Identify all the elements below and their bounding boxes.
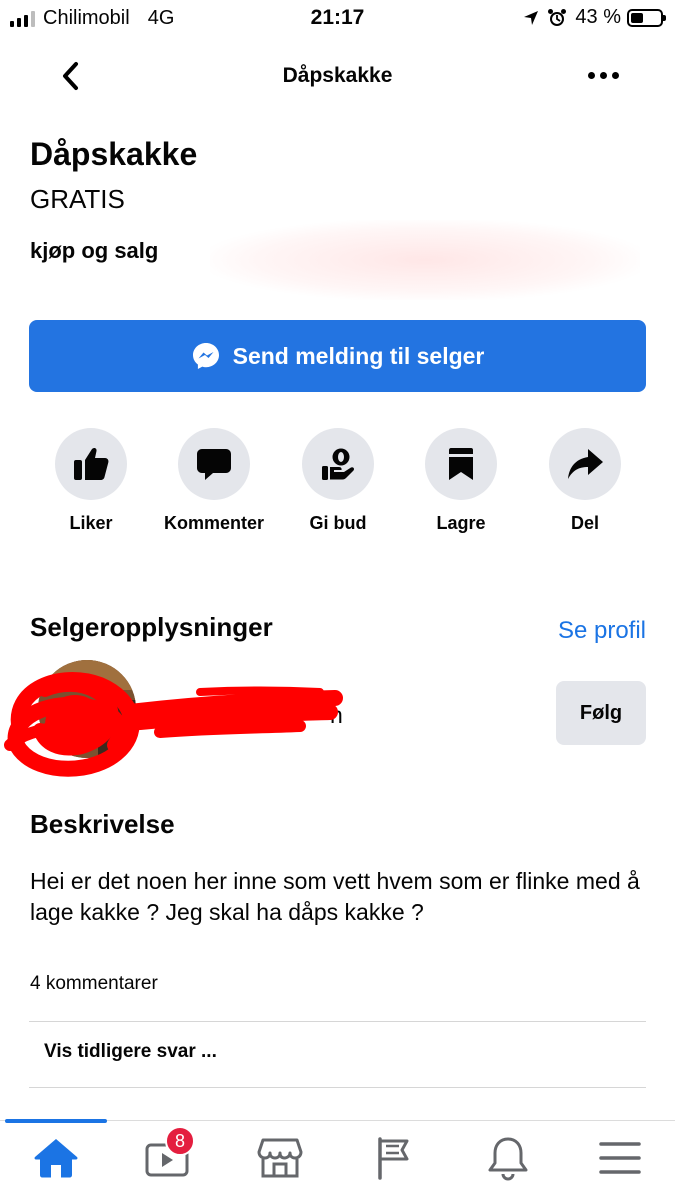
tab-video[interactable]: 8 [135,1126,199,1188]
seller-section-title: Selgeropplysninger [30,612,273,642]
redaction-scribble [4,672,343,777]
make-offer-button[interactable]: Gi bud [283,428,393,534]
pages-flag-icon [378,1137,409,1180]
see-profile-link[interactable]: Se profil [558,617,646,645]
like-button[interactable]: Liker [36,428,146,534]
top-nav: Dåpskakke [0,48,675,104]
offer-icon [322,448,355,480]
messenger-icon [192,343,219,369]
listing-title: Dåpskakke [30,136,198,172]
nav-title: Dåpskakke [282,64,393,87]
share-label: Del [570,513,599,533]
listing-price: GRATIS [30,184,125,214]
description-title: Beskrivelse [30,809,175,839]
comments-count[interactable]: 4 kommentarer [30,973,158,995]
comment-label: Kommenter [163,513,265,533]
divider [29,1087,646,1088]
save-button[interactable]: Lagre [406,428,516,534]
group-name[interactable]: kjøp og salg [30,238,158,264]
status-right: 43 % [523,6,666,29]
show-earlier-replies[interactable]: Vis tidligere svar ... [44,1041,217,1063]
tab-home[interactable] [24,1128,88,1188]
tab-notifications[interactable] [476,1128,540,1188]
divider [29,1021,646,1022]
thumbs-up-icon [74,447,109,480]
redacted-area [210,220,640,300]
share-button[interactable]: Del [530,428,640,534]
comment-icon [197,449,231,480]
active-tab-indicator [5,1119,107,1123]
video-badge: 8 [165,1126,195,1156]
status-bar: Chilimobil 4G 21:17 43 % [0,0,675,38]
location-arrow-icon [524,10,539,25]
tab-pages[interactable] [362,1128,426,1188]
comment-button[interactable]: Kommenter [159,428,269,534]
menu-icon [599,1142,641,1174]
like-label: Liker [69,513,113,533]
save-label: Lagre [436,513,486,533]
make-offer-label: Gi bud [309,513,367,533]
bottom-tab-bar [0,1120,675,1201]
send-message-button[interactable]: Send melding til selger [29,320,646,392]
tab-marketplace[interactable] [248,1128,312,1188]
description-text: Hei er det noen her inne som vett hvem s… [30,868,640,925]
battery-icon [627,8,666,27]
more-options-icon[interactable] [583,60,623,90]
alarm-icon [548,8,567,26]
send-message-label: Send melding til selger [232,342,485,369]
home-icon [34,1139,78,1178]
bookmark-icon [449,448,473,480]
share-icon [568,449,603,479]
bell-icon [488,1137,528,1181]
tab-menu[interactable] [588,1128,652,1188]
battery-percent: 43 % [575,6,621,28]
marketplace-icon [257,1138,303,1178]
follow-button[interactable]: Følg [556,681,646,745]
